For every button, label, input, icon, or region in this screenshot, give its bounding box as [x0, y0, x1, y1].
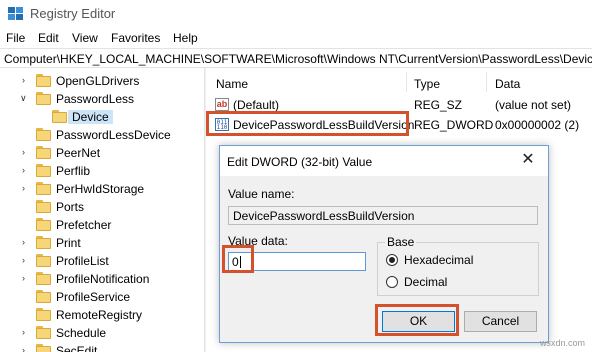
list-header: Name Type Data	[207, 68, 592, 94]
tree-item-ports[interactable]: Ports	[0, 198, 202, 216]
hexadecimal-radio[interactable]	[386, 254, 398, 266]
value-name-label: Value name:	[228, 187, 295, 201]
tree-item-label: Ports	[56, 200, 85, 214]
tree-item-label: OpenGLDrivers	[56, 74, 140, 88]
menu-help[interactable]: Help	[173, 31, 198, 45]
value-data: (value not set)	[495, 98, 572, 112]
tree-item-remoteregistry[interactable]: RemoteRegistry	[0, 306, 202, 324]
column-separator[interactable]	[406, 72, 407, 92]
value-highlight-box	[206, 111, 409, 136]
tree-item-label: Prefetcher	[56, 218, 112, 232]
registry-tree: › OpenGLDrivers ∨ PasswordLess Device Pa…	[0, 68, 202, 352]
menu-bar: File Edit View Favorites Help	[0, 28, 592, 48]
decimal-label[interactable]: Decimal	[404, 275, 447, 289]
tree-item-perhwidstorage[interactable]: › PerHwIdStorage	[0, 180, 202, 198]
tree-item-label: PasswordLessDevice	[56, 128, 171, 142]
menu-edit[interactable]: Edit	[38, 31, 59, 45]
tree-item-label: Perflib	[56, 164, 91, 178]
menu-view[interactable]: View	[72, 31, 98, 45]
folder-icon	[36, 254, 51, 267]
chevron-right-icon[interactable]: ›	[22, 255, 32, 265]
tree-item-label: ProfileNotification	[56, 272, 150, 286]
folder-icon	[36, 182, 51, 195]
chevron-right-icon[interactable]: ›	[22, 183, 32, 193]
base-group: Base Hexadecimal Decimal	[377, 235, 539, 296]
tree-item-perflib[interactable]: › Perflib	[0, 162, 202, 180]
tree-item-passwordlessdevice[interactable]: PasswordLessDevice	[0, 126, 202, 144]
tree-item-label: ProfileService	[56, 290, 131, 304]
address-bar[interactable]: Computer\HKEY_LOCAL_MACHINE\SOFTWARE\Mic…	[0, 48, 592, 68]
chevron-right-icon[interactable]: ›	[22, 147, 32, 157]
decimal-radio[interactable]	[386, 276, 398, 288]
tree-item-label: Schedule	[56, 326, 107, 340]
tree-item-label: Print	[56, 236, 81, 250]
registry-editor-icon	[8, 7, 24, 21]
chevron-right-icon[interactable]: ›	[22, 75, 32, 85]
chevron-right-icon[interactable]: ›	[22, 165, 32, 175]
tree-item-passwordless[interactable]: ∨ PasswordLess	[0, 90, 202, 108]
value-name-field: DevicePasswordLessBuildVersion	[228, 206, 538, 225]
cancel-button[interactable]: Cancel	[464, 311, 537, 332]
folder-icon	[36, 200, 51, 213]
folder-icon	[36, 272, 51, 285]
value-data-highlight-box	[222, 245, 254, 273]
value-data: 0x00000002 (2)	[495, 118, 580, 132]
registry-editor-window: Registry Editor File Edit View Favorites…	[0, 0, 592, 352]
folder-icon	[36, 290, 51, 303]
tree-item-opengldrivers[interactable]: › OpenGLDrivers	[0, 72, 202, 90]
tree-item-label: PerHwIdStorage	[56, 182, 145, 196]
folder-icon	[52, 110, 67, 123]
value-name: (Default)	[233, 98, 280, 112]
tree-item-profilenotification[interactable]: › ProfileNotification	[0, 270, 202, 288]
column-header-data[interactable]: Data	[495, 77, 520, 91]
column-separator[interactable]	[486, 72, 487, 92]
column-header-type[interactable]: Type	[414, 77, 440, 91]
string-value-icon: ab	[215, 98, 229, 111]
menu-file[interactable]: File	[6, 31, 25, 45]
folder-icon	[36, 74, 51, 87]
tree-item-label: PasswordLess	[56, 92, 135, 106]
tree-item-label: Device	[68, 110, 113, 124]
folder-icon	[36, 164, 51, 177]
value-type: REG_SZ	[414, 98, 463, 112]
tree-item-peernet[interactable]: › PeerNet	[0, 144, 202, 162]
column-header-name[interactable]: Name	[216, 77, 248, 91]
ok-highlight-box	[375, 304, 459, 336]
value-type: REG_DWORD	[414, 118, 494, 132]
folder-icon	[36, 92, 51, 105]
chevron-down-icon[interactable]: ∨	[20, 93, 30, 103]
tree-item-prefetcher[interactable]: Prefetcher	[0, 216, 202, 234]
base-legend: Base	[385, 235, 417, 249]
tree-item-label: PeerNet	[56, 146, 101, 160]
chevron-right-icon[interactable]: ›	[22, 345, 32, 352]
close-icon[interactable]: ✕	[520, 152, 536, 168]
title-bar: Registry Editor	[0, 0, 592, 28]
tree-item-label: ProfileList	[56, 254, 109, 268]
folder-icon	[36, 218, 51, 231]
chevron-right-icon[interactable]: ›	[22, 273, 32, 283]
tree-item-device[interactable]: Device	[0, 108, 202, 126]
tree-item-secedit[interactable]: › SecEdit	[0, 342, 202, 352]
folder-icon	[36, 146, 51, 159]
watermark: wsxdn.com	[540, 338, 586, 348]
chevron-right-icon[interactable]: ›	[22, 327, 32, 337]
tree-item-profilelist[interactable]: › ProfileList	[0, 252, 202, 270]
dialog-title: Edit DWORD (32-bit) Value	[227, 155, 373, 169]
tree-item-label: SecEdit	[56, 344, 98, 352]
chevron-right-icon[interactable]: ›	[22, 237, 32, 247]
tree-item-print[interactable]: › Print	[0, 234, 202, 252]
hexadecimal-label[interactable]: Hexadecimal	[404, 253, 473, 267]
folder-icon	[36, 308, 51, 321]
folder-icon	[36, 344, 51, 352]
tree-item-schedule[interactable]: › Schedule	[0, 324, 202, 342]
tree-item-label: RemoteRegistry	[56, 308, 143, 322]
tree-item-profileservice[interactable]: ProfileService	[0, 288, 202, 306]
dialog-title-bar[interactable]: Edit DWORD (32-bit) Value ✕	[220, 146, 548, 176]
folder-icon	[36, 236, 51, 249]
window-title: Registry Editor	[30, 6, 116, 21]
folder-icon	[36, 128, 51, 141]
folder-icon	[36, 326, 51, 339]
menu-favorites[interactable]: Favorites	[111, 31, 160, 45]
